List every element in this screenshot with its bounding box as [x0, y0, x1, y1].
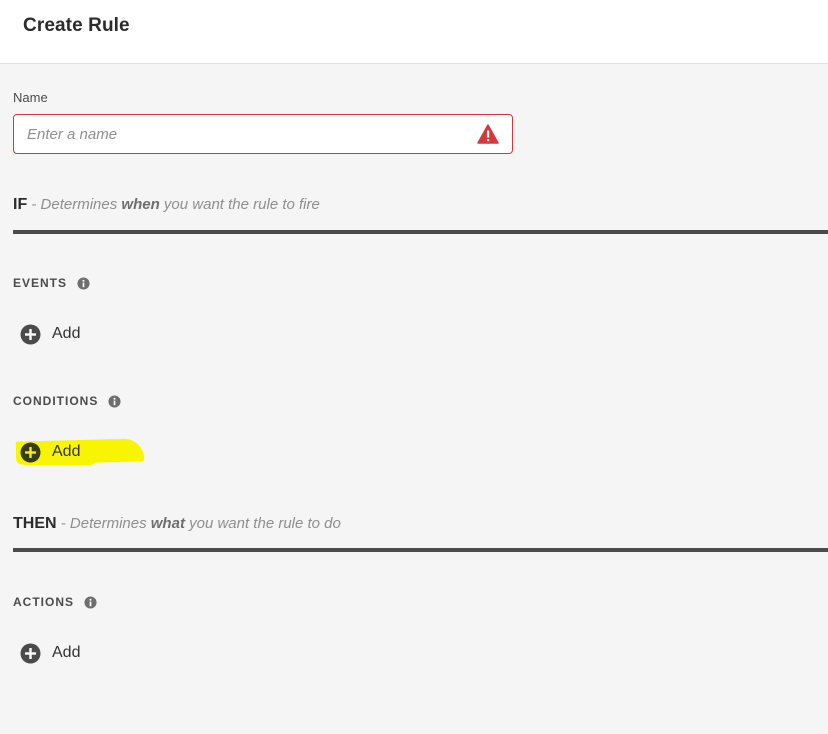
then-keyword: THEN: [13, 515, 57, 532]
then-desc-bold: what: [150, 515, 185, 532]
add-event-label: Add: [52, 325, 81, 342]
info-icon[interactable]: [77, 276, 90, 290]
name-input[interactable]: [14, 115, 467, 153]
then-section-divider: [13, 548, 828, 552]
then-desc-suffix: you want the rule to do: [184, 515, 341, 532]
header-bar: Create Rule: [0, 0, 828, 64]
add-event-button[interactable]: Add: [20, 321, 80, 347]
page-title: Create Rule: [23, 15, 130, 36]
add-condition-button[interactable]: Add: [20, 439, 80, 465]
then-section-heading: THEN - Determines what you want the rule…: [13, 515, 341, 533]
if-desc-prefix: - Determines: [27, 196, 122, 213]
plus-circle-icon: [20, 643, 41, 663]
name-field-label: Name: [13, 90, 48, 105]
name-field-container: [13, 114, 513, 154]
conditions-heading: CONDITIONS: [13, 394, 121, 408]
add-action-button[interactable]: Add: [20, 640, 80, 666]
actions-heading: ACTIONS: [13, 595, 97, 609]
conditions-heading-label: CONDITIONS: [13, 394, 99, 408]
events-heading-label: EVENTS: [13, 276, 68, 290]
plus-circle-icon: [20, 324, 41, 344]
if-desc-suffix: you want the rule to fire: [159, 196, 320, 213]
info-icon[interactable]: [108, 394, 121, 408]
plus-circle-icon: [20, 442, 41, 462]
info-icon[interactable]: [84, 595, 97, 609]
add-condition-label: Add: [52, 443, 81, 460]
events-heading: EVENTS: [13, 276, 90, 290]
if-desc-bold: when: [121, 196, 160, 213]
actions-heading-label: ACTIONS: [13, 595, 74, 609]
if-section-divider: [13, 230, 828, 234]
add-action-label: Add: [52, 644, 81, 661]
then-desc-prefix: - Determines: [56, 515, 151, 532]
alert-triangle-icon: [477, 124, 499, 144]
if-section-heading: IF - Determines when you want the rule t…: [13, 196, 320, 214]
if-keyword: IF: [13, 196, 28, 213]
